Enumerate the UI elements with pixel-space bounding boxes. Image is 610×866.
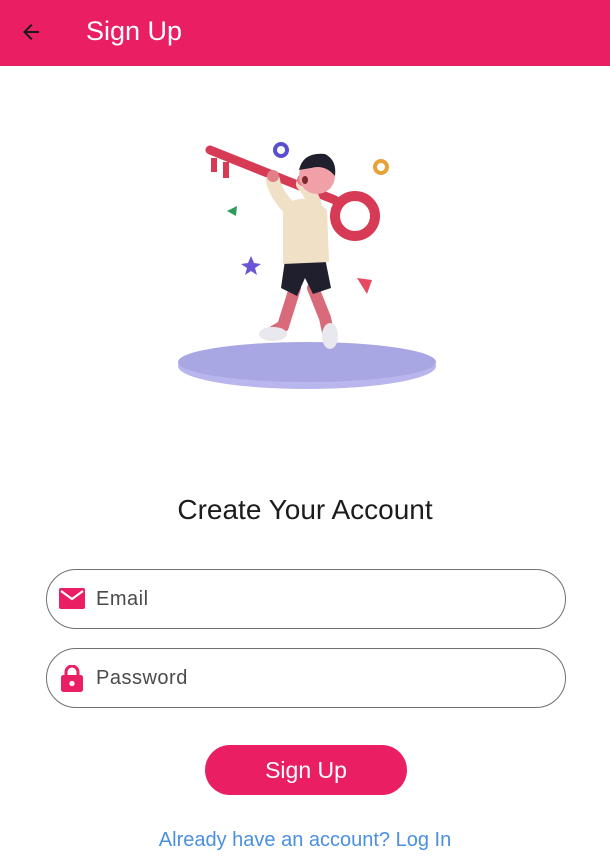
app-bar: Sign Up xyxy=(0,0,610,66)
person-carrying-key-illustration xyxy=(165,128,450,398)
create-account-heading: Create Your Account xyxy=(177,494,433,525)
mail-icon xyxy=(59,585,85,613)
lock-icon xyxy=(59,664,85,692)
page-title: Sign Up xyxy=(86,16,183,46)
arrow-back-icon xyxy=(23,24,39,40)
back-button[interactable] xyxy=(14,17,48,47)
password-field[interactable] xyxy=(46,648,566,708)
sign-up-button[interactable]: Sign Up xyxy=(205,745,407,795)
email-field[interactable] xyxy=(46,569,566,629)
email-input[interactable] xyxy=(96,582,546,616)
password-input[interactable] xyxy=(96,661,546,695)
login-link[interactable]: Already have an account? Log In xyxy=(0,827,610,853)
